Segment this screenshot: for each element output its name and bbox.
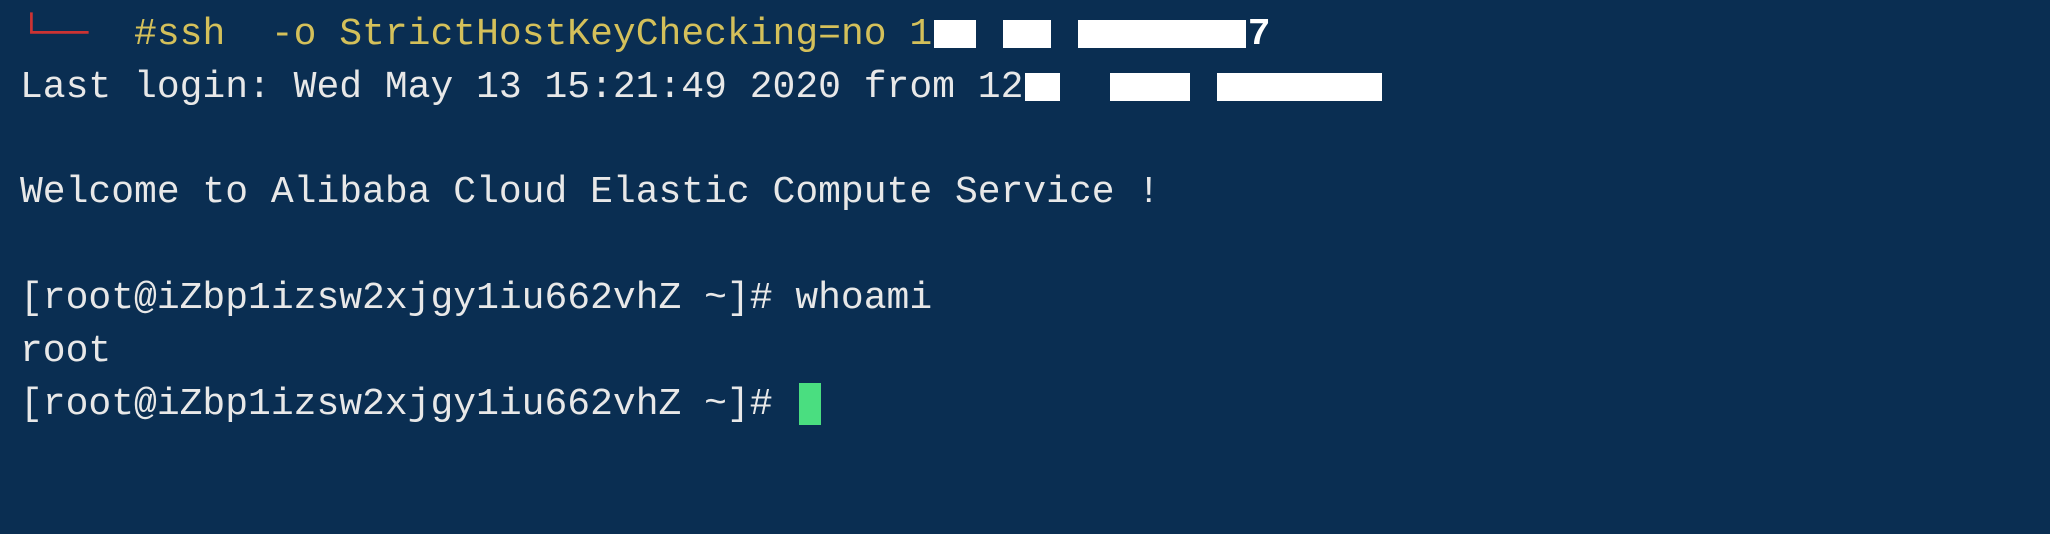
redacted-block bbox=[1217, 73, 1382, 101]
shell-prompt: [root@iZbp1izsw2xjgy1iu662vhZ ~]# bbox=[20, 383, 795, 426]
blank-line bbox=[20, 114, 2030, 166]
whoami-command: whoami bbox=[795, 277, 932, 320]
redacted-block bbox=[1110, 73, 1190, 101]
redacted-block bbox=[1003, 20, 1051, 48]
ssh-command-text: ssh -o StrictHostKeyChecking=no 1 bbox=[157, 13, 932, 56]
redacted-block bbox=[1078, 20, 1246, 48]
last-login-text: Last login: Wed May 13 15:21:49 2020 fro… bbox=[20, 66, 1001, 109]
whoami-line: [root@iZbp1izsw2xjgy1iu662vhZ ~]# whoami bbox=[20, 272, 2030, 325]
welcome-message: Welcome to Alibaba Cloud Elastic Compute… bbox=[20, 166, 2030, 219]
terminal-cursor bbox=[799, 383, 821, 425]
shell-prompt: [root@iZbp1izsw2xjgy1iu662vhZ ~]# bbox=[20, 277, 795, 320]
blank-line bbox=[20, 220, 2030, 272]
ssh-command-line: └── #ssh -o StrictHostKeyChecking=no 1 7 bbox=[20, 8, 2030, 61]
redacted-block bbox=[1025, 73, 1060, 101]
prompt-arrow: └── bbox=[20, 13, 88, 56]
hash-symbol: # bbox=[134, 13, 157, 56]
current-prompt-line[interactable]: [root@iZbp1izsw2xjgy1iu662vhZ ~]# bbox=[20, 378, 2030, 431]
redact-visible-char: 7 bbox=[1248, 13, 1271, 56]
redacted-block bbox=[934, 20, 976, 48]
last-login-line: Last login: Wed May 13 15:21:49 2020 fro… bbox=[20, 61, 2030, 114]
whoami-output: root bbox=[20, 325, 2030, 378]
ip-partial: 2 bbox=[1001, 66, 1024, 109]
